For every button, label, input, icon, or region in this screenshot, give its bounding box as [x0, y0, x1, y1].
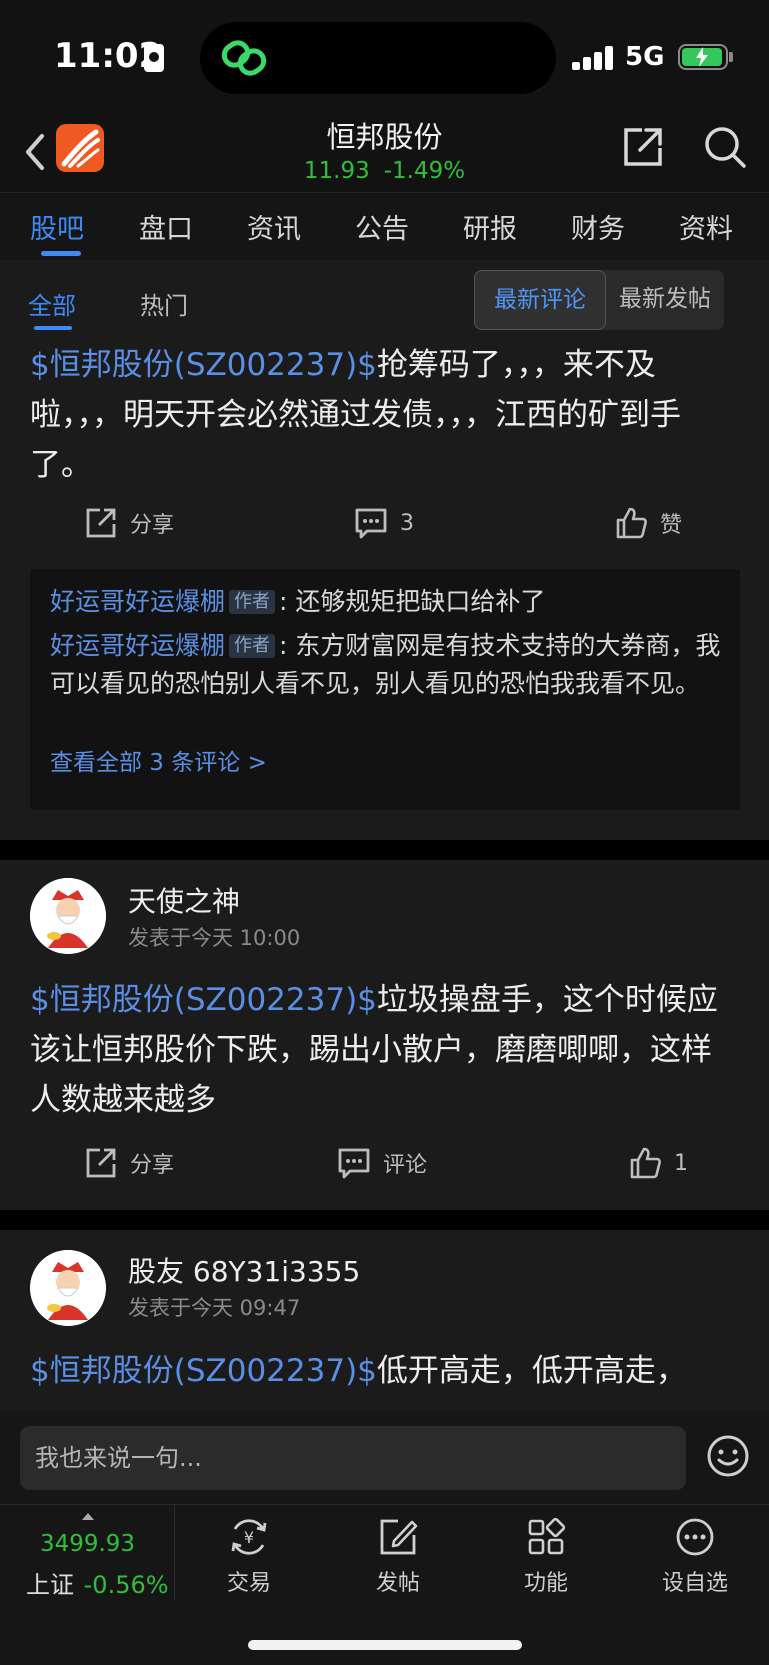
dynamic-island [200, 22, 556, 94]
status-bar: 11:02 5G [0, 0, 769, 110]
share-icon [86, 508, 116, 538]
post-content: $恒邦股份(SZ002237)$低开高走，低开高走， [30, 1346, 742, 1396]
tab-profile[interactable]: 资料 [679, 207, 733, 246]
caret-up-icon [82, 1513, 94, 1520]
market-index[interactable]: 3499.93 上证 -0.56% [0, 1505, 175, 1600]
post-card[interactable]: 天使之神 发表于今天 10:00 $恒邦股份(SZ002237)$垃圾操盘手，这… [0, 860, 769, 1210]
index-change: -0.56% [83, 1571, 169, 1599]
share-button[interactable]: 分享 [84, 1143, 174, 1183]
comment-button[interactable]: 3 [354, 503, 414, 543]
sort-toggle: 最新评论 最新发帖 [474, 270, 724, 330]
share-button[interactable]: 分享 [84, 503, 174, 543]
network-label: 5G [625, 42, 665, 72]
stock-tag-link[interactable]: $恒邦股份(SZ002237)$ [30, 982, 377, 1018]
tab-news[interactable]: 资讯 [247, 207, 301, 246]
comment-preview: 好运哥好运爆棚 作者: 还够规矩把缺口给补了 好运哥好运爆棚 作者: 东方财富网是有… [30, 569, 740, 810]
filter-hot[interactable]: 热门 [140, 286, 188, 321]
tab-announcements[interactable]: 公告 [355, 207, 409, 246]
share-icon [86, 1148, 116, 1178]
comment-count: 3 [400, 510, 414, 536]
post-actions: 分享 3 赞 [0, 503, 769, 543]
comment-input-bar [0, 1410, 769, 1504]
nav-watchlist-label: 设自选 [661, 1571, 728, 1596]
stock-tag-link[interactable]: $恒邦股份(SZ002237)$ [30, 1353, 377, 1389]
comment-input[interactable] [20, 1426, 686, 1490]
index-name: 上证 [26, 1571, 74, 1599]
tab-pankou[interactable]: 盘口 [139, 207, 193, 246]
post-body: 低开高走，低开高走， [376, 1353, 687, 1389]
post-content: $恒邦股份(SZ002237)$抢筹码了，，，来不及啦，，，明天开会必然通过发债… [30, 340, 742, 490]
filter-all[interactable]: 全部 [28, 286, 76, 321]
nav-post-label: 发帖 [375, 1571, 420, 1596]
nav-trade-label: 交易 [226, 1571, 271, 1596]
like-button[interactable]: 赞 [614, 503, 682, 543]
svg-text:¥: ¥ [244, 1528, 254, 1547]
stock-tag-link[interactable]: $恒邦股份(SZ002237)$ [30, 347, 377, 383]
trade-icon: ¥ [231, 1519, 267, 1555]
comment-item[interactable]: 好运哥好运爆棚 作者: 东方财富网是有技术支持的大券商，我可以看见的恐怕别人看不见… [50, 627, 722, 703]
share-label: 分享 [130, 1153, 175, 1178]
comment-label: 评论 [383, 1153, 428, 1178]
index-value: 3499.93 [39, 1531, 136, 1557]
author-badge: 作者 [229, 590, 276, 614]
comment-author[interactable]: 好运哥好运爆棚 [50, 631, 225, 660]
nav-watchlist-settings[interactable]: 设自选 [640, 1517, 750, 1597]
post-card[interactable]: $恒邦股份(SZ002237)$抢筹码了，，，来不及啦，，，明天开会必然通过发债… [0, 340, 769, 840]
post-content: $恒邦股份(SZ002237)$垃圾操盘手，这个时候应该让恒邦股价下跌，踢出小散… [30, 975, 742, 1125]
link-icon [221, 40, 267, 76]
like-button[interactable]: 1 [628, 1143, 688, 1183]
post-time: 发表于今天 09:47 [128, 1296, 301, 1320]
tab-guba[interactable]: 股吧 [30, 207, 84, 246]
avatar[interactable] [30, 878, 106, 954]
like-icon [616, 507, 647, 539]
search-icon[interactable] [702, 124, 748, 170]
share-icon[interactable] [620, 124, 666, 170]
post-username[interactable]: 天使之神 [128, 880, 240, 920]
nav-trade[interactable]: ¥ 交易 [194, 1517, 304, 1597]
like-icon [630, 1147, 661, 1179]
post-time: 发表于今天 10:00 [128, 926, 301, 950]
comment-icon [338, 1148, 370, 1179]
post-actions: 分享 评论 1 [0, 1143, 769, 1183]
battery-icon [678, 44, 728, 70]
more-icon [676, 1518, 714, 1556]
comment-author[interactable]: 好运哥好运爆棚 [50, 587, 225, 616]
section-tabs: 股吧 盘口 资讯 公告 研报 财务 资料 [0, 192, 769, 260]
post-username[interactable]: 股友 68Y31i3355 [128, 1250, 360, 1290]
emoji-icon[interactable] [706, 1434, 750, 1478]
tab-research[interactable]: 研报 [463, 207, 517, 246]
signal-icon [572, 46, 614, 70]
comment-separator: : [279, 631, 288, 660]
comment-text: 还够规矩把缺口给补了 [295, 587, 546, 616]
active-filter-indicator [34, 326, 72, 330]
nav-functions-label: 功能 [523, 1571, 568, 1596]
active-tab-indicator [41, 251, 81, 256]
comment-separator: : [279, 587, 288, 616]
comment-item[interactable]: 好运哥好运爆棚 作者: 还够规矩把缺口给补了 [50, 583, 722, 621]
post-filter-bar: 全部 热门 最新评论 最新发帖 [0, 260, 769, 340]
tab-finance[interactable]: 财务 [571, 207, 625, 246]
stock-header: 恒邦股份 11.93 -1.49% [0, 110, 769, 192]
share-label: 分享 [130, 513, 175, 538]
like-count: 1 [674, 1150, 688, 1176]
home-indicator[interactable] [248, 1640, 522, 1650]
view-all-comments-link[interactable]: 查看全部 3 条评论 > [50, 743, 267, 777]
sort-latest-comment[interactable]: 最新评论 [474, 270, 606, 330]
post-card[interactable]: 股友 68Y31i3355 发表于今天 09:47 $恒邦股份(SZ002237… [0, 1230, 769, 1410]
sim-card-icon [144, 44, 164, 72]
grid-icon [528, 1517, 566, 1555]
battery-tip [729, 52, 733, 62]
avatar[interactable] [30, 1250, 106, 1326]
stock-price: 11.93 [303, 158, 370, 184]
comment-button[interactable]: 评论 [337, 1143, 427, 1183]
like-label: 赞 [660, 513, 683, 538]
stock-change: -1.49% [383, 158, 466, 184]
author-badge: 作者 [229, 634, 276, 658]
index-label: 上证 -0.56% [26, 1565, 169, 1600]
nav-post[interactable]: 发帖 [343, 1517, 453, 1597]
nav-functions[interactable]: 功能 [491, 1517, 601, 1597]
edit-icon [380, 1519, 418, 1555]
comment-icon [355, 508, 387, 539]
sort-latest-post[interactable]: 最新发帖 [606, 270, 724, 330]
